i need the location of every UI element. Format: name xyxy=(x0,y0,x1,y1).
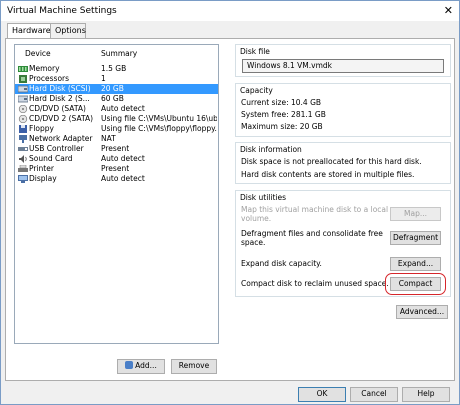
disk-utilities-label: Disk utilities xyxy=(240,193,286,202)
device-name: Floppy xyxy=(29,124,54,133)
device-summary: Present xyxy=(101,164,130,173)
device-row-sound-card[interactable]: Sound Card Auto detect xyxy=(15,154,218,164)
processor-icon xyxy=(19,75,27,83)
device-row-display[interactable]: Display Auto detect xyxy=(15,174,218,184)
device-summary: 60 GB xyxy=(101,94,124,103)
device-row-hard-disk-2[interactable]: Hard Disk 2 (S... 60 GB xyxy=(15,94,218,104)
preallocation-text: Disk space is not preallocated for this … xyxy=(241,157,422,166)
device-summary: 1 xyxy=(101,74,106,83)
close-icon[interactable]: ✕ xyxy=(444,4,453,17)
remove-button[interactable]: Remove xyxy=(171,359,217,374)
device-row-memory[interactable]: Memory 1.5 GB xyxy=(15,64,218,74)
system-free-text: System free: 281.1 GB xyxy=(241,110,326,119)
defragment-button[interactable]: Defragment xyxy=(390,231,441,245)
device-name: Hard Disk 2 (S... xyxy=(29,94,90,103)
device-summary: Auto detect xyxy=(101,104,145,113)
device-name: Display xyxy=(29,174,57,183)
device-summary: Present xyxy=(101,144,130,153)
device-row-floppy[interactable]: Floppy Using file C:\VMs\floppy\floppy.f… xyxy=(15,124,218,134)
device-name: USB Controller xyxy=(29,144,84,153)
defragment-description-line2: space. xyxy=(241,238,266,247)
device-summary: 20 GB xyxy=(101,84,124,93)
device-row-hard-disk-scsi[interactable]: Hard Disk (SCSI) 20 GB xyxy=(15,84,218,94)
hard-disk-icon xyxy=(18,95,28,103)
device-row-processors[interactable]: Processors 1 xyxy=(15,74,218,84)
usb-icon xyxy=(18,147,28,151)
device-summary: Using file C:\VMs\Ubuntu 16\ubun... xyxy=(101,114,217,123)
capacity-label: Capacity xyxy=(240,86,273,95)
sound-icon xyxy=(19,155,27,163)
device-name: Network Adapter xyxy=(29,134,93,143)
advanced-button[interactable]: Advanced... xyxy=(396,305,448,319)
expand-button[interactable]: Expand... xyxy=(390,257,441,271)
ok-button[interactable]: OK xyxy=(298,387,346,402)
disk-utilities-group: Disk utilities Map this virtual machine … xyxy=(235,190,451,297)
device-summary: NAT xyxy=(101,134,116,143)
title-bar: Virtual Machine Settings ✕ xyxy=(1,1,459,21)
tab-options[interactable]: Options xyxy=(50,23,86,39)
expand-description: Expand disk capacity. xyxy=(241,259,322,268)
device-name: Memory xyxy=(29,64,60,73)
add-button[interactable]: Add... xyxy=(117,359,165,374)
device-name: CD/DVD 2 (SATA) xyxy=(29,114,94,123)
maximum-size-text: Maximum size: 20 GB xyxy=(241,122,323,131)
device-name: Hard Disk (SCSI) xyxy=(29,84,91,93)
compact-description: Compact disk to reclaim unused space. xyxy=(241,279,389,288)
add-button-label: Add... xyxy=(135,361,157,370)
device-summary: Using file C:\VMs\floppy\floppy.flp xyxy=(101,124,217,133)
memory-icon xyxy=(18,66,28,72)
column-header-summary: Summary xyxy=(101,49,138,58)
device-name: Sound Card xyxy=(29,154,73,163)
hard-disk-icon xyxy=(18,85,28,93)
printer-icon xyxy=(18,165,28,172)
disk-file-group: Disk file Windows 8.1 VM.vmdk xyxy=(235,44,451,77)
device-summary: 1.5 GB xyxy=(101,64,127,73)
disk-information-group: Disk information Disk space is not preal… xyxy=(235,142,451,184)
disk-file-label: Disk file xyxy=(240,47,270,56)
device-row-cd-dvd-2[interactable]: CD/DVD 2 (SATA) Using file C:\VMs\Ubuntu… xyxy=(15,114,218,124)
device-row-network-adapter[interactable]: Network Adapter NAT xyxy=(15,134,218,144)
device-summary: Auto detect xyxy=(101,154,145,163)
vm-settings-window: Virtual Machine Settings ✕ Hardware Opti… xyxy=(0,0,460,405)
column-header-device: Device xyxy=(25,49,51,58)
add-hardware-icon xyxy=(125,361,134,369)
cancel-button[interactable]: Cancel xyxy=(350,387,398,402)
disk-file-field: Windows 8.1 VM.vmdk xyxy=(242,59,444,73)
current-size-text: Current size: 10.4 GB xyxy=(241,98,322,107)
device-list: Device Summary Memory 1.5 GB Processors … xyxy=(14,44,219,344)
map-description-line2: volume. xyxy=(241,214,272,223)
device-row-cd-dvd[interactable]: CD/DVD (SATA) Auto detect xyxy=(15,104,218,114)
help-button[interactable]: Help xyxy=(402,387,450,402)
floppy-icon xyxy=(19,125,27,133)
window-title: Virtual Machine Settings xyxy=(7,6,117,16)
device-name: CD/DVD (SATA) xyxy=(29,104,86,113)
device-row-usb-controller[interactable]: USB Controller Present xyxy=(15,144,218,154)
hardware-panel: Device Summary Memory 1.5 GB Processors … xyxy=(5,38,455,381)
compact-highlight-annotation xyxy=(385,273,446,295)
cd-dvd-icon xyxy=(18,105,28,113)
device-name: Printer xyxy=(29,164,54,173)
map-button[interactable]: Map... xyxy=(390,207,441,221)
display-icon xyxy=(18,175,28,183)
device-name: Processors xyxy=(29,74,70,83)
network-icon xyxy=(19,135,27,143)
disk-information-label: Disk information xyxy=(240,145,302,154)
capacity-group: Capacity Current size: 10.4 GB System fr… xyxy=(235,83,451,137)
cd-dvd-icon xyxy=(18,115,28,123)
device-row-printer[interactable]: Printer Present xyxy=(15,164,218,174)
device-summary: Auto detect xyxy=(101,174,145,183)
storage-text: Hard disk contents are stored in multipl… xyxy=(241,170,415,179)
